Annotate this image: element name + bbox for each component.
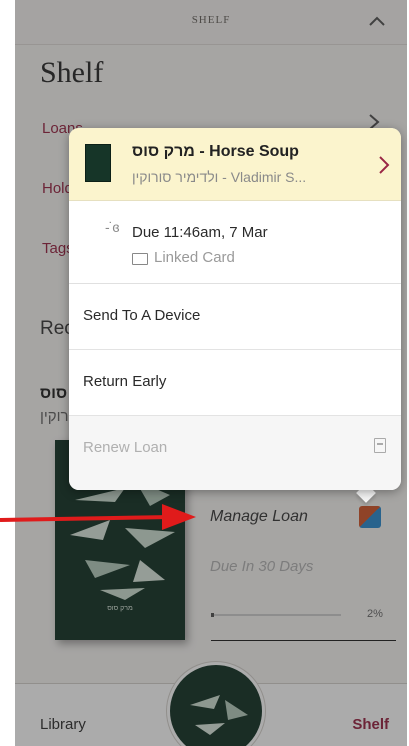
- loan-status-icon: -˙ɞ: [105, 219, 119, 235]
- linked-card-text: Linked Card: [154, 249, 235, 266]
- popup-book-header[interactable]: מרק סוס - Horse Soup ולדימיר סורוקין - V…: [69, 128, 401, 201]
- renew-loan-button: Renew Loan: [69, 416, 401, 490]
- book-thumbnail: [85, 144, 111, 182]
- renew-icon: [374, 438, 386, 453]
- loan-options-popup: מרק סוס - Horse Soup ולדימיר סורוקין - V…: [69, 128, 401, 490]
- popup-book-author: ולדימיר סורוקין - Vladimir S...: [132, 169, 307, 185]
- chevron-right-icon[interactable]: [377, 154, 391, 176]
- library-card-icon: [132, 253, 148, 265]
- annotation-arrow: [0, 504, 196, 530]
- send-to-device-button[interactable]: Send To A Device: [69, 284, 401, 350]
- menu-label: Return Early: [83, 373, 167, 390]
- loan-due-info: -˙ɞ Due 11:46am, 7 Mar Linked Card: [69, 201, 401, 284]
- menu-label: Send To A Device: [83, 307, 201, 324]
- menu-label: Renew Loan: [83, 439, 168, 456]
- return-early-button[interactable]: Return Early: [69, 350, 401, 416]
- loan-due-text: Due 11:46am, 7 Mar: [132, 224, 268, 241]
- popup-book-title: מרק סוס - Horse Soup: [132, 143, 299, 160]
